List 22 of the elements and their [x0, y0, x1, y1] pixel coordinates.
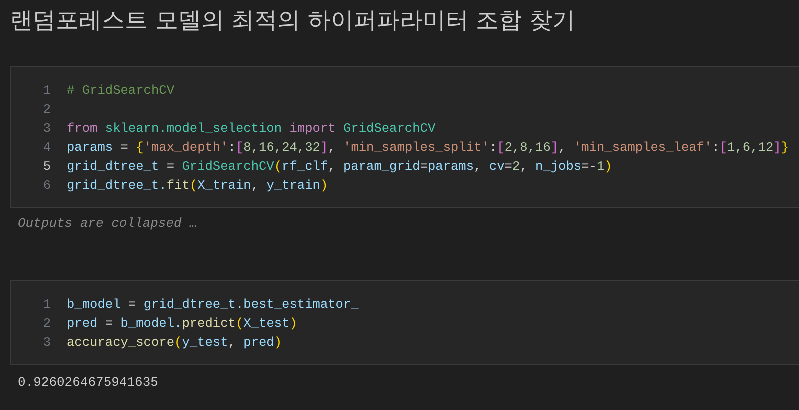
- code-line: grid_dtree_t.fit(X_train, y_train): [67, 177, 328, 195]
- line-number: 6: [42, 177, 52, 195]
- code-cell[interactable]: [10, 66, 799, 208]
- line-number: 2: [42, 315, 52, 333]
- line-number: 1: [42, 82, 52, 100]
- collapsed-output-note: Outputs are collapsed …: [17, 216, 198, 231]
- line-number: 3: [42, 120, 52, 138]
- section-heading: 랜덤포레스트 모델의 최적의 하이퍼파라미터 조합 찾기: [9, 7, 577, 36]
- line-number: 5: [42, 158, 52, 176]
- line-number: 3: [42, 334, 52, 352]
- code-line: # GridSearchCV: [67, 82, 175, 100]
- code-line: params = {'max_depth':[8,16,24,32], 'min_samples_split':[2,8,16], 'min_samples_leaf':[1,6,12]}: [67, 139, 789, 157]
- output-text: 0.9260264675941635: [17, 375, 160, 390]
- line-number: 1: [42, 296, 52, 314]
- code-line: from sklearn.model_selection import GridSearchCV: [67, 120, 436, 138]
- code-line: pred = b_model.predict(X_test): [67, 315, 298, 333]
- code-line: accuracy_score(y_test, pred): [67, 334, 282, 352]
- code-line: b_model = grid_dtree_t.best_estimator_: [67, 296, 359, 314]
- line-number: 4: [42, 139, 52, 157]
- line-number: 2: [42, 101, 52, 119]
- code-cell[interactable]: 1 b_model = grid_dtree_t.best_estimator_ 2 pred = b_model.predict(X_test) 3 accuracy_score(y_test, pred): [10, 280, 799, 365]
- code-line: grid_dtree_t = GridSearchCV(rf_clf, param_grid=params, cv=2, n_jobs=-1): [67, 158, 612, 176]
